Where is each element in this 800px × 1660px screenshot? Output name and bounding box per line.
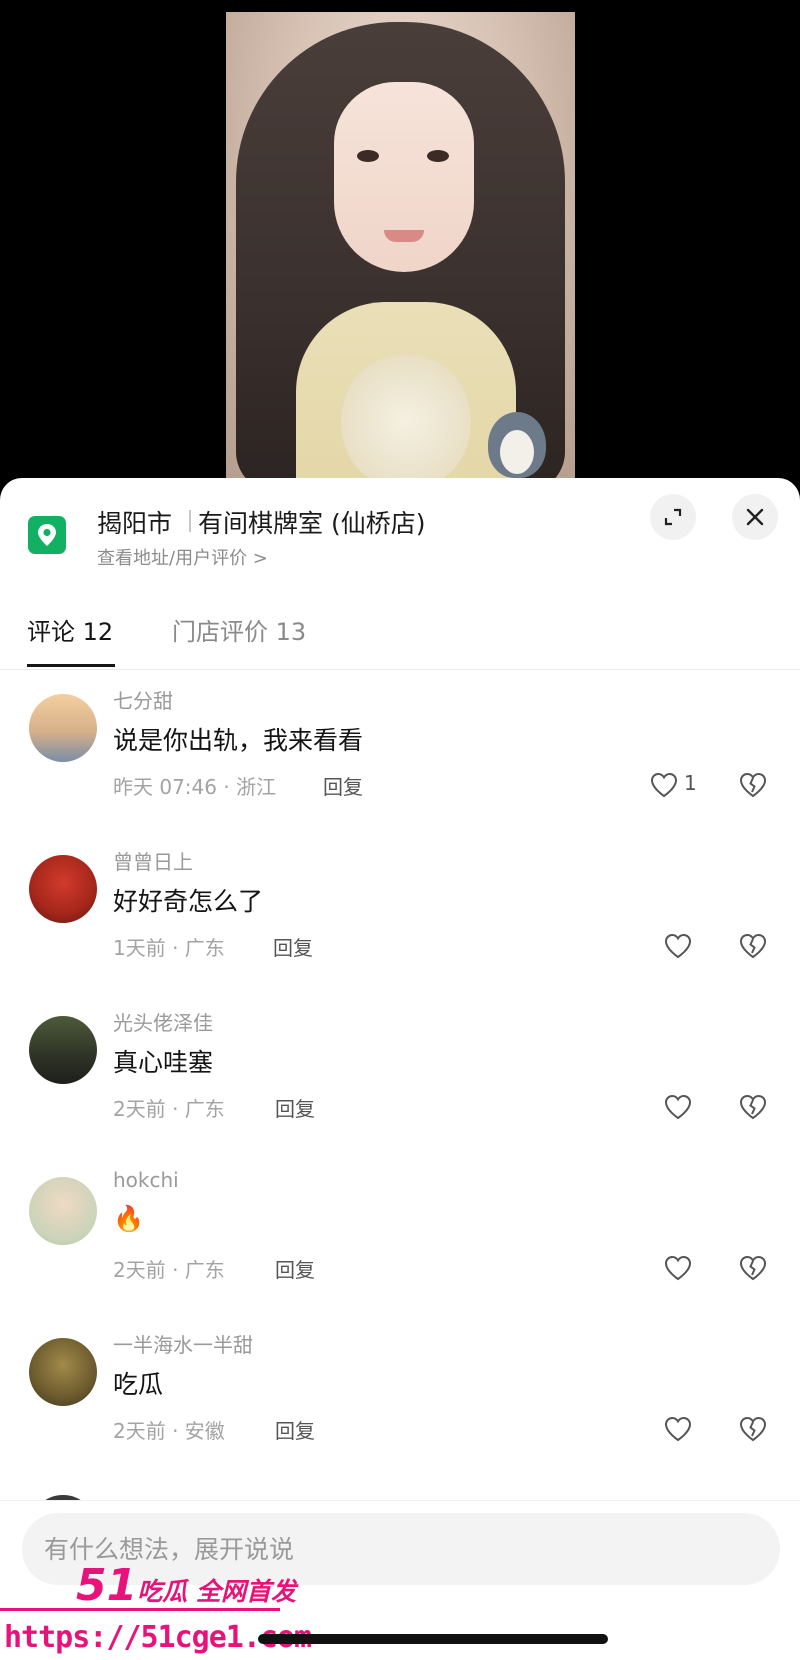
comment-sheet: 揭阳市 有间棋牌室 (仙桥店) 查看地址/用户评价 > 评论 12 门店评价 1… (0, 478, 800, 1660)
comment-item: 光头佬泽佳 真心哇塞 2天前 · 广东 回复 (0, 993, 800, 1154)
video-player[interactable] (0, 0, 800, 500)
broken-heart-icon[interactable] (737, 1252, 769, 1284)
broken-heart-icon[interactable] (737, 1413, 769, 1445)
comment-text: 真心哇塞 (113, 1048, 214, 1077)
heart-icon[interactable] (662, 930, 694, 962)
like-count: 1 (684, 771, 697, 795)
location-store-name[interactable]: 有间棋牌室 (仙桥店) (198, 504, 425, 540)
tab-bar: 评论 12 门店评价 13 (0, 600, 800, 670)
comment-text: 🔥 (113, 1204, 145, 1233)
comment-username[interactable]: hokchi (113, 1168, 179, 1192)
comment-username[interactable]: 一半海水一半甜 (113, 1329, 253, 1358)
reply-button[interactable]: 回复 (275, 1093, 315, 1122)
comment-meta: 昨天 07:46 · 浙江 (113, 775, 277, 799)
video-frame (226, 12, 575, 488)
comment-item: 一半海水一半甜 吃瓜 2天前 · 安徽 回复 (0, 1315, 800, 1476)
comment-item: 曾曾日上 好好奇怎么了 1天前 · 广东 回复 (0, 832, 800, 993)
comment-meta: 2天前 · 安徽 (113, 1419, 225, 1443)
comment-meta: 2天前 · 广东 (113, 1097, 225, 1121)
comment-meta: 1天前 · 广东 (113, 936, 225, 960)
close-icon (746, 508, 764, 526)
comment-text: 吃瓜 (113, 1370, 164, 1399)
watermark-brand-number: 51 (76, 1560, 138, 1611)
broken-heart-icon[interactable] (737, 930, 769, 962)
avatar[interactable] (29, 1177, 97, 1245)
video-subject-lip (384, 230, 424, 242)
comment-item: hokchi 🔥 2天前 · 广东 回复 (0, 1154, 800, 1315)
watermark-underline (0, 1608, 280, 1611)
comment-meta: 2天前 · 广东 (113, 1258, 225, 1282)
comment-item: 七分甜 说是你出轨，我来看看 昨天 07:46 · 浙江 回复 1 (0, 671, 800, 832)
heart-icon[interactable] (662, 1091, 694, 1123)
avatar[interactable] (29, 1338, 97, 1406)
comment-text: 说是你出轨，我来看看 (113, 726, 364, 755)
home-indicator[interactable] (258, 1634, 608, 1644)
expand-button[interactable] (650, 494, 696, 540)
comment-list: 七分甜 说是你出轨，我来看看 昨天 07:46 · 浙江 回复 1 曾曾日上 好… (0, 671, 800, 1476)
tab-store-reviews[interactable]: 门店评价 13 (172, 612, 306, 647)
comment-username[interactable]: 光头佬泽佳 (113, 1007, 213, 1036)
heart-icon[interactable] (648, 769, 680, 801)
heart-icon[interactable] (662, 1252, 694, 1284)
close-button[interactable] (732, 494, 778, 540)
avatar[interactable] (29, 1016, 97, 1084)
broken-heart-icon[interactable] (737, 1091, 769, 1123)
reply-button[interactable]: 回复 (275, 1415, 315, 1444)
location-city: 揭阳市 (97, 509, 173, 538)
active-tab-indicator (27, 664, 115, 667)
video-subject-eye (427, 150, 449, 162)
comment-username[interactable]: 曾曾日上 (113, 846, 193, 875)
expand-icon (664, 508, 682, 526)
reply-button[interactable]: 回复 (275, 1254, 315, 1283)
penguin-toy-belly (500, 430, 534, 474)
comment-text: 好好奇怎么了 (113, 887, 264, 916)
view-address-link[interactable]: 查看地址/用户评价 > (97, 544, 268, 570)
broken-heart-icon[interactable] (737, 769, 769, 801)
reply-button[interactable]: 回复 (273, 932, 313, 961)
location-divider (189, 510, 191, 532)
video-subject-lace (341, 352, 471, 488)
watermark-brand: 51吃瓜 全网首发 (76, 1560, 296, 1611)
avatar[interactable] (29, 855, 97, 923)
heart-icon[interactable] (662, 1413, 694, 1445)
tab-comments[interactable]: 评论 12 (27, 612, 113, 647)
comment-username[interactable]: 七分甜 (113, 685, 173, 714)
avatar[interactable] (29, 694, 97, 762)
reply-button[interactable]: 回复 (323, 771, 363, 800)
location-pin-icon (28, 516, 66, 554)
location-header[interactable]: 揭阳市 有间棋牌室 (仙桥店) 查看地址/用户评价 > (0, 478, 800, 588)
video-subject-eye (357, 150, 379, 162)
watermark-brand-text: 吃瓜 全网首发 (137, 1577, 296, 1606)
video-subject-face (334, 82, 474, 272)
